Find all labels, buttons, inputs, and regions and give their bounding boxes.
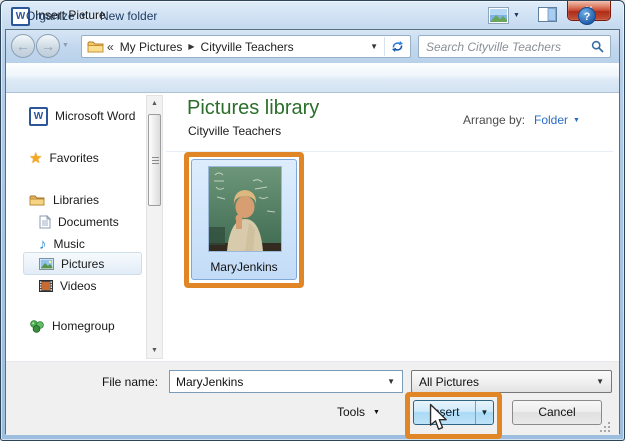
scroll-up-icon[interactable]: ▲ <box>147 96 162 111</box>
help-icon: ? <box>578 7 596 25</box>
address-bar[interactable]: « My Pictures ▶ Cityville Teachers ▼ <box>81 35 411 58</box>
arrange-by-label: Arrange by: <box>463 113 525 127</box>
preview-pane-icon <box>538 7 557 22</box>
file-name-combobox[interactable]: ▼ <box>169 370 403 393</box>
chevron-down-icon: ▼ <box>513 12 520 19</box>
arrange-by-value: Folder <box>534 113 568 127</box>
organize-label: Organize <box>26 9 75 23</box>
sidebar-item-label: Favorites <box>49 151 98 165</box>
new-folder-label: New folder <box>100 9 157 23</box>
breadcrumb-separator-icon[interactable]: ▶ <box>186 42 196 51</box>
breadcrumb-my-pictures[interactable]: My Pictures <box>116 40 187 54</box>
search-box[interactable] <box>418 35 611 58</box>
header-divider <box>166 151 613 152</box>
star-icon: ★ <box>29 151 42 166</box>
libraries-icon <box>29 194 46 207</box>
breadcrumb-overflow-icon[interactable]: « <box>105 40 116 54</box>
file-item-name: MaryJenkins <box>192 260 296 274</box>
sidebar-item-documents[interactable]: Documents <box>39 211 119 233</box>
sidebar-item-favorites[interactable]: ★ Favorites <box>29 147 99 169</box>
file-name-input[interactable] <box>170 375 380 389</box>
sidebar-item-label: Libraries <box>53 193 99 207</box>
command-toolbar <box>6 63 619 93</box>
forward-button[interactable]: → <box>36 34 60 58</box>
sidebar-item-label: Documents <box>58 215 119 229</box>
sidebar-item-label: Microsoft Word <box>55 109 135 123</box>
file-name-label: File name: <box>102 375 158 389</box>
sidebar-item-libraries[interactable]: Libraries <box>29 189 99 211</box>
organize-button[interactable]: Organize ▼ <box>19 6 94 26</box>
videos-icon <box>39 280 53 292</box>
breadcrumb-cityville-teachers[interactable]: Cityville Teachers <box>197 40 298 54</box>
insert-button[interactable]: Insert ▼ <box>413 400 494 425</box>
document-icon <box>39 215 51 229</box>
scroll-down-icon[interactable]: ▼ <box>147 343 162 358</box>
tools-label: Tools <box>337 405 365 419</box>
chevron-down-icon[interactable]: ▼ <box>380 377 402 386</box>
homegroup-icon <box>29 319 45 334</box>
word-icon: W <box>29 107 48 126</box>
sidebar-item-label: Videos <box>60 279 96 293</box>
back-icon: ← <box>16 38 30 54</box>
sidebar-item-pictures[interactable]: Pictures <box>39 253 104 275</box>
file-type-dropdown[interactable]: All Pictures ▼ <box>411 370 612 393</box>
views-icon <box>488 7 509 24</box>
scrollbar-thumb[interactable] <box>148 114 161 206</box>
sidebar-item-homegroup[interactable]: Homegroup <box>29 315 115 337</box>
preview-pane-button[interactable] <box>538 7 557 22</box>
music-note-icon: ♪ <box>39 237 47 252</box>
change-view-button[interactable]: ▼ <box>488 7 520 24</box>
file-item-maryjenkins[interactable]: MaryJenkins <box>191 159 297 280</box>
back-button[interactable]: ← <box>11 34 35 58</box>
sidebar-item-label: Pictures <box>61 257 104 271</box>
sidebar-scrollbar[interactable]: ▲ ▼ <box>146 95 163 359</box>
search-input[interactable] <box>419 40 585 54</box>
address-dropdown-icon[interactable]: ▼ <box>364 42 384 51</box>
library-title: Pictures library <box>187 97 319 120</box>
file-type-value: All Pictures <box>412 375 589 389</box>
photo-thumbnail <box>208 166 282 252</box>
resize-grip[interactable] <box>598 420 612 433</box>
folder-icon <box>82 40 105 54</box>
recent-pages-dropdown[interactable]: ▼ <box>62 42 69 49</box>
chevron-down-icon: ▼ <box>80 13 87 20</box>
sidebar-item-microsoft-word[interactable]: W Microsoft Word <box>29 105 135 127</box>
insert-picture-dialog: W Insert Picture x ← → ▼ « My Pictures ▶… <box>0 0 625 441</box>
insert-label: Insert <box>414 401 475 424</box>
sidebar-item-label: Homegroup <box>52 319 115 333</box>
library-subtitle: Cityville Teachers <box>188 124 281 138</box>
forward-icon: → <box>41 38 55 54</box>
sidebar-item-label: Music <box>54 237 85 251</box>
refresh-icon <box>391 40 404 53</box>
chevron-down-icon: ▼ <box>573 117 580 124</box>
scrollbar-grip <box>152 157 159 158</box>
arrange-by-dropdown[interactable]: Folder ▼ <box>534 113 580 127</box>
sidebar-item-music[interactable]: ♪ Music <box>39 233 85 255</box>
cancel-button[interactable]: Cancel <box>512 400 602 425</box>
tools-button[interactable]: Tools ▼ <box>331 400 386 424</box>
chevron-down-icon: ▼ <box>589 377 611 386</box>
new-folder-button[interactable]: New folder <box>93 6 164 26</box>
chevron-down-icon: ▼ <box>373 409 380 416</box>
help-button[interactable]: ? <box>578 7 596 25</box>
sidebar-item-videos[interactable]: Videos <box>39 275 96 297</box>
insert-dropdown-icon[interactable]: ▼ <box>476 401 493 424</box>
pictures-icon <box>39 258 54 270</box>
search-icon[interactable] <box>585 40 610 53</box>
refresh-button[interactable] <box>385 40 410 53</box>
